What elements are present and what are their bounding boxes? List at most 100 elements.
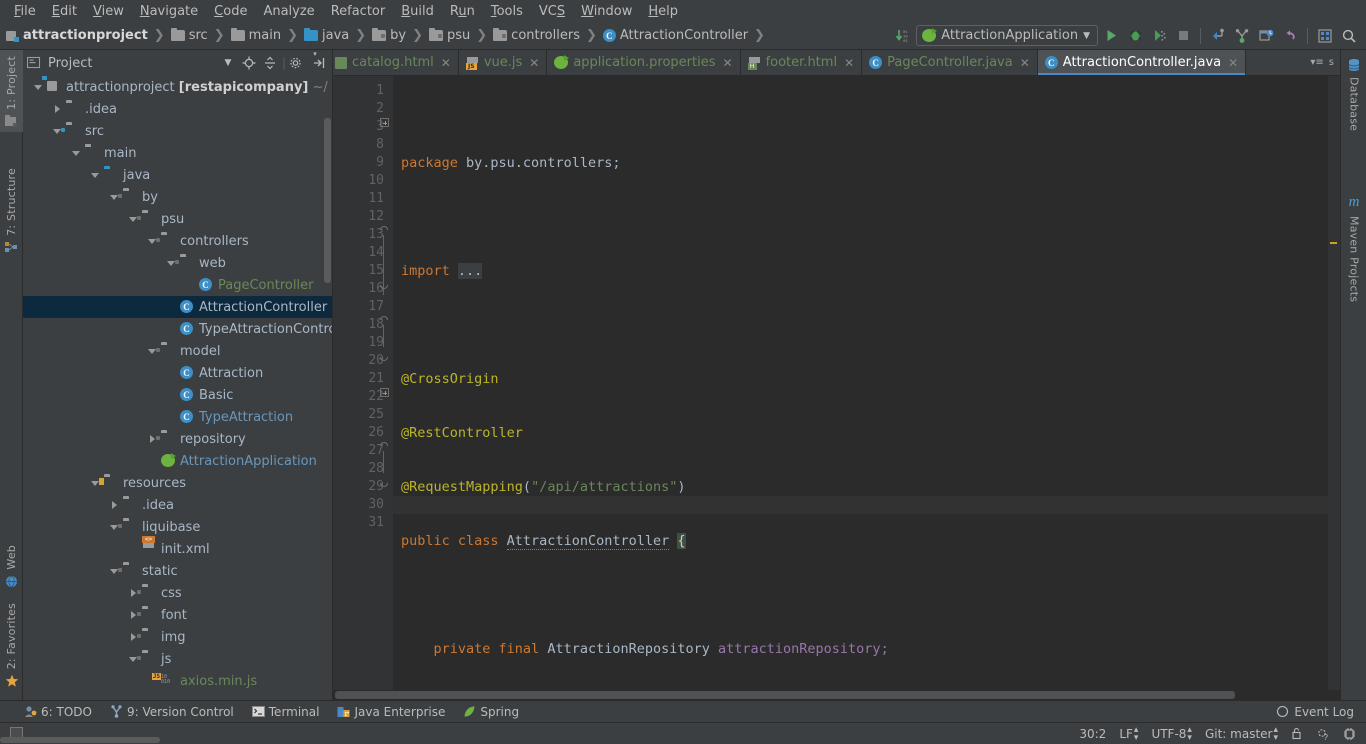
project-tree-hscrollbar[interactable] [0,736,1366,744]
editor-marker-bar[interactable] [1328,76,1340,690]
scrollbar-thumb[interactable] [324,118,331,283]
sidebar-item-web[interactable]: Web [0,541,23,592]
bottom-item-spring[interactable]: Spring [463,705,519,719]
chevron-right-icon[interactable] [52,104,63,115]
update-project-icon[interactable]: 01 10 01 [892,25,914,47]
tree-row[interactable]: C TypeAttractionController [23,318,332,340]
sidebar-item-structure[interactable]: 7: Structure [0,162,23,258]
tree-row[interactable]: img [23,626,332,648]
warning-marker[interactable] [1330,242,1337,244]
bottom-item-version-control[interactable]: 9: Version Control [110,705,234,719]
sidebar-item-favorites[interactable]: 2: Favorites [0,599,23,692]
stop-icon[interactable] [1172,25,1194,47]
tree-row[interactable]: C AttractionController [23,296,332,318]
menu-item-code[interactable]: Code [206,2,255,21]
fold-method2-start-icon[interactable] [380,442,389,451]
tab-pagecontroller-java[interactable]: C PageController.java ✕ [862,50,1038,75]
bottom-item-todo[interactable]: 6: TODO [24,705,92,719]
close-icon[interactable]: ✕ [529,56,539,70]
code-editor[interactable]: 1 2 3 8 9 10 11 12 13 14 15 16 17 18 19 20 21 22 25 26 27 28 2… [333,76,1340,690]
run-with-coverage-icon[interactable] [1148,25,1170,47]
sidebar-item-maven-projects[interactable]: m Maven Projects [1341,190,1366,306]
tree-row[interactable]: web [23,252,332,274]
fold-method2-end-icon[interactable] [380,478,389,487]
menu-item-build[interactable]: Build [393,2,442,21]
history-icon[interactable] [1255,25,1277,47]
collapse-all-icon[interactable] [261,54,279,72]
scrollbar-thumb[interactable] [335,691,1235,699]
breadcrumb-item-src[interactable]: src [170,28,208,43]
tree-row[interactable]: AttractionApplication [23,450,332,472]
menu-item-analyze[interactable]: Analyze [255,2,322,21]
project-tree[interactable]: attractionproject [restapicompany] ~/ .id… [23,76,332,700]
fold-expand-icon[interactable] [380,388,389,397]
tree-row[interactable]: css [23,582,332,604]
menu-item-window[interactable]: Window [573,2,640,21]
tree-row[interactable]: init.xml [23,538,332,560]
menu-item-help[interactable]: Help [640,2,686,21]
tree-row[interactable]: 10 010 axios.min.js [23,670,332,692]
tab-footer-html[interactable]: footer.html ✕ [741,50,863,75]
fold-annotation-end-icon[interactable] [380,280,389,289]
tree-row[interactable]: by [23,186,332,208]
close-icon[interactable]: ✕ [1228,56,1238,70]
breadcrumb-item-main[interactable]: main [230,28,281,43]
tab-application-properties[interactable]: application.properties ✕ [547,50,741,75]
undo-icon[interactable] [1279,25,1301,47]
menu-item-run[interactable]: Run [442,2,483,21]
chevron-down-icon[interactable] [90,170,101,181]
tree-row[interactable]: .idea [23,494,332,516]
menu-item-navigate[interactable]: Navigate [132,2,206,21]
tree-row[interactable]: font [23,604,332,626]
chevron-down-icon[interactable] [33,82,44,93]
commit-icon[interactable] [1231,25,1253,47]
search-icon[interactable] [1338,25,1360,47]
menu-item-view[interactable]: View [85,2,132,21]
menu-item-refactor[interactable]: Refactor [323,2,394,21]
tree-row[interactable]: controllers [23,230,332,252]
editor-hscrollbar[interactable] [333,690,1340,700]
debug-icon[interactable] [1124,25,1146,47]
tab-settings-icon[interactable]: s [1329,57,1334,68]
fold-method-end-icon[interactable] [380,352,389,361]
update-vcs-icon[interactable] [1207,25,1229,47]
sidebar-item-database[interactable]: Database [1341,54,1366,135]
run-icon[interactable] [1100,25,1122,47]
chevron-down-icon[interactable]: ▼ [219,54,237,72]
bottom-item-java-enterprise[interactable]: Java Enterprise [337,705,445,719]
tree-row[interactable]: psu [23,208,332,230]
tree-row[interactable]: liquibase [23,516,332,538]
menu-item-file[interactable]: File [6,2,44,21]
tree-row[interactable]: resources [23,472,332,494]
code-content[interactable]: package by.psu.controllers; import ... @… [393,76,1340,690]
tab-vue-js[interactable]: vue.js ✕ [459,50,548,75]
tree-row[interactable]: C Attraction [23,362,332,384]
event-log-button[interactable]: Event Log [1276,705,1366,719]
breadcrumb-item-psu[interactable]: psu [429,28,470,43]
menu-item-edit[interactable]: Edit [44,2,85,21]
fold-import-icon[interactable] [380,118,389,127]
tab-attractioncontroller-java[interactable]: C AttractionController.java ✕ [1037,50,1247,75]
breadcrumb-item-attractionproject[interactable]: attractionproject [6,28,148,43]
tree-row[interactable]: static [23,560,332,582]
tab-list-icon[interactable]: ▾≡ [1310,57,1323,68]
tree-row[interactable]: .idea [23,98,332,120]
editor-gutter[interactable]: 1 2 3 8 9 10 11 12 13 14 15 16 17 18 19 20 21 22 25 26 27 28 2… [333,76,393,690]
chevron-right-icon[interactable] [109,500,120,511]
scrollbar-thumb[interactable] [0,737,160,743]
project-structure-icon[interactable] [1314,25,1336,47]
tree-row[interactable]: C TypeAttraction [23,406,332,428]
breadcrumb-item-java[interactable]: java [303,28,349,43]
locate-icon[interactable] [240,54,258,72]
project-tree-vscrollbar[interactable] [323,76,332,700]
fold-method-start-icon[interactable] [380,316,389,325]
tree-row[interactable]: repository [23,428,332,450]
menu-item-vcs[interactable]: VCS [531,2,573,21]
tree-row[interactable]: model [23,340,332,362]
close-icon[interactable]: ✕ [1020,56,1030,70]
tree-row[interactable]: java [23,164,332,186]
tree-row[interactable]: main [23,142,332,164]
tab-catalog-html[interactable]: catalog.html ✕ [333,50,459,75]
settings-gear-icon[interactable]: ▾ [289,50,317,72]
fold-class-start-icon[interactable] [380,226,389,235]
